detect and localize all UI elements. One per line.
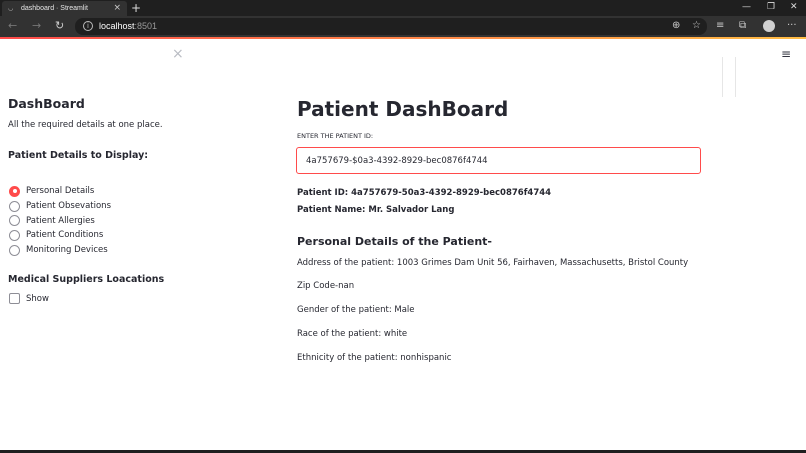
url-text: localhost:8501 — [99, 21, 157, 31]
radio-unselected-icon — [9, 229, 20, 241]
site-info-icon[interactable]: i — [83, 21, 93, 31]
sidebar-subtitle: All the required details at one place. — [8, 120, 163, 130]
detail-zip: Zip Code-nan — [297, 281, 355, 291]
checkbox-unchecked-icon — [9, 293, 20, 304]
streamlit-app: × DashBoard All the required details at … — [0, 39, 806, 450]
show-suppliers-checkbox[interactable]: Show — [9, 293, 49, 304]
radio-monitoring-devices[interactable]: Monitoring Devices — [9, 243, 111, 258]
browser-tab[interactable]: ◡ dashboard · Streamlit × — [2, 1, 127, 16]
divider — [722, 57, 723, 97]
streamlit-favicon-icon: ◡ — [8, 4, 14, 12]
radio-label: Patient Obsevations — [26, 201, 111, 212]
tab-title: dashboard · Streamlit — [21, 5, 88, 12]
favorites-icon[interactable]: ≡ — [716, 20, 724, 32]
patient-name-text: Patient Name: Mr. Salvador Lang — [297, 205, 455, 215]
radio-unselected-icon — [9, 215, 20, 227]
radio-label: Patient Allergies — [26, 215, 95, 226]
minimize-icon[interactable]: — — [742, 2, 751, 12]
profile-avatar[interactable] — [763, 20, 775, 32]
personal-details-heading: Personal Details of the Patient- — [297, 235, 492, 248]
details-radio-group: Personal Details Patient Obsevations Pat… — [9, 184, 111, 257]
radio-label: Patient Conditions — [26, 230, 104, 241]
tab-close-icon[interactable]: × — [113, 4, 121, 13]
address-bar[interactable]: i localhost:8501 ⊕ ☆ — [75, 18, 707, 35]
radio-patient-observations[interactable]: Patient Obsevations — [9, 199, 111, 214]
browser-toolbar: ← → ↻ i localhost:8501 ⊕ ☆ ≡ ⧉ ··· — [0, 16, 806, 37]
radio-label: Monitoring Devices — [26, 245, 108, 256]
detail-race: Race of the patient: white — [297, 329, 408, 339]
radio-patient-conditions[interactable]: Patient Conditions — [9, 228, 111, 243]
browser-window: ◡ dashboard · Streamlit × + — ❐ ✕ ← → ↻ … — [0, 0, 806, 453]
back-icon[interactable]: ← — [8, 20, 17, 32]
details-radio-heading: Patient Details to Display: — [8, 150, 149, 161]
patient-id-input[interactable] — [296, 147, 701, 174]
more-menu-icon[interactable]: ··· — [787, 20, 797, 32]
patient-id-text: Patient ID: 4a757679-50a3-4392-8929-bec0… — [297, 188, 552, 198]
divider — [735, 57, 736, 97]
detail-ethnicity: Ethnicity of the patient: nonhispanic — [297, 353, 452, 363]
radio-personal-details[interactable]: Personal Details — [9, 184, 111, 199]
page-title: Patient DashBoard — [297, 97, 509, 121]
hamburger-menu-icon[interactable]: ≡ — [781, 48, 791, 60]
url-port: :8501 — [134, 21, 158, 31]
window-close-icon[interactable]: ✕ — [790, 2, 798, 12]
zoom-icon[interactable]: ⊕ — [672, 20, 680, 32]
collections-icon[interactable]: ⧉ — [739, 20, 746, 32]
suppliers-heading: Medical Suppliers Loacations — [8, 274, 165, 285]
radio-patient-allergies[interactable]: Patient Allergies — [9, 213, 111, 228]
radio-unselected-icon — [9, 244, 20, 256]
new-tab-button[interactable]: + — [131, 1, 141, 15]
forward-icon[interactable]: → — [32, 20, 41, 32]
sidebar-title: DashBoard — [8, 96, 85, 111]
patient-id-input-label: ENTER THE PATIENT ID: — [297, 132, 374, 140]
reload-icon[interactable]: ↻ — [55, 20, 64, 32]
tab-strip: ◡ dashboard · Streamlit × + — ❐ ✕ — [0, 0, 806, 16]
url-host: localhost — [99, 21, 135, 31]
radio-selected-icon — [9, 185, 20, 197]
radio-unselected-icon — [9, 200, 20, 212]
radio-label: Personal Details — [26, 186, 95, 197]
sidebar-close-icon[interactable]: × — [172, 47, 184, 61]
detail-address: Address of the patient: 1003 Grimes Dam … — [297, 258, 689, 268]
detail-gender: Gender of the patient: Male — [297, 305, 415, 315]
favorite-star-icon[interactable]: ☆ — [692, 20, 701, 32]
restore-icon[interactable]: ❐ — [767, 2, 775, 12]
checkbox-label: Show — [26, 293, 49, 304]
